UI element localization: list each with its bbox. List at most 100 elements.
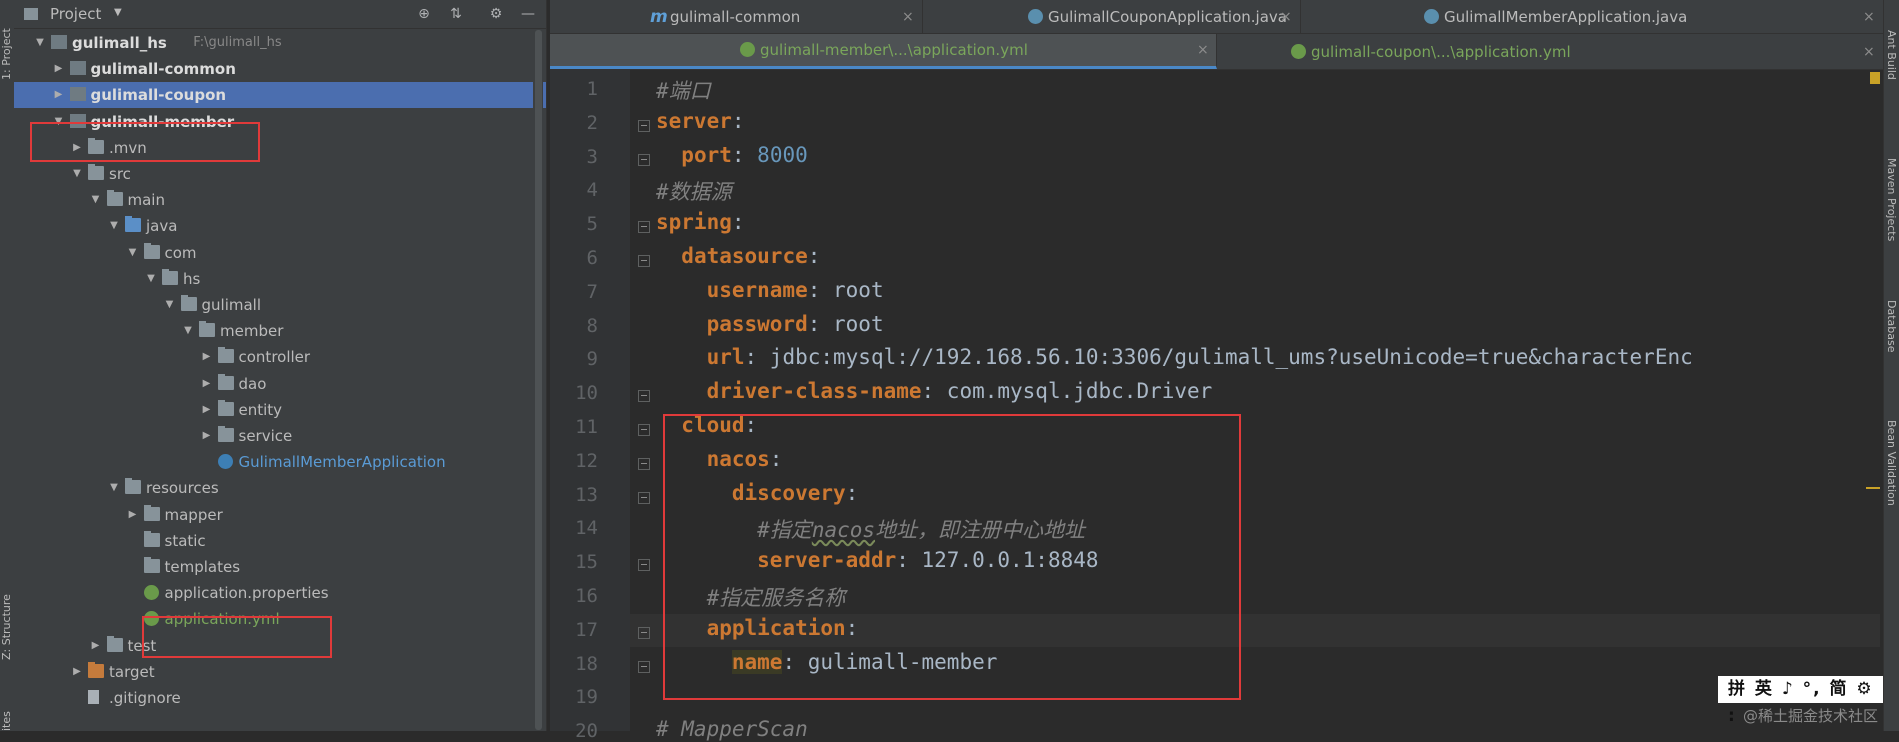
code-line: spring: bbox=[656, 210, 745, 234]
expanded-arrow-icon[interactable]: ▼ bbox=[90, 194, 102, 206]
bean-validation-tool-tab[interactable]: Bean Validation bbox=[1885, 420, 1898, 506]
project-icon bbox=[24, 8, 38, 20]
favorites-tool-tab[interactable]: ites bbox=[0, 711, 13, 731]
code-line: # MapperScan bbox=[656, 717, 808, 741]
tree-row[interactable]: templates bbox=[14, 554, 546, 580]
editor-tab[interactable]: m gulimall-common × bbox=[550, 0, 923, 33]
tree-row[interactable]: ▼ member bbox=[14, 318, 546, 344]
tree-row[interactable]: ▼ resources bbox=[14, 475, 546, 501]
code-token: : root bbox=[807, 277, 884, 302]
tree-item-label: gulimall bbox=[201, 296, 262, 314]
tree-item-label: controller bbox=[238, 348, 311, 367]
fold-marker-icon[interactable] bbox=[638, 153, 650, 166]
file-icon bbox=[88, 690, 99, 704]
folder-icon bbox=[143, 557, 160, 573]
tree-row[interactable]: GulimallMemberApplication bbox=[14, 449, 546, 475]
tree-row[interactable]: ▼ src bbox=[14, 161, 546, 187]
code-line: datasource: bbox=[656, 244, 820, 268]
editor-tab[interactable]: GulimallMemberApplication.java × bbox=[1300, 0, 1884, 33]
expanded-arrow-icon[interactable]: ▼ bbox=[71, 168, 83, 180]
fold-marker-icon[interactable] bbox=[638, 119, 650, 132]
code-token: server bbox=[656, 108, 732, 133]
collapsed-arrow-icon[interactable]: ▶ bbox=[201, 351, 213, 363]
collapsed-arrow-icon[interactable]: ▶ bbox=[53, 89, 65, 101]
spring-yml-icon bbox=[740, 42, 755, 57]
project-view-dropdown[interactable]: ▼ bbox=[114, 7, 122, 18]
ime-toolbar[interactable]: 拼 英 ♪ °, 简 ⚙ : bbox=[1718, 676, 1883, 726]
hide-icon[interactable]: — bbox=[520, 6, 536, 22]
structure-tool-tab[interactable]: Z: Structure bbox=[0, 594, 13, 660]
collapsed-arrow-icon[interactable]: ▶ bbox=[201, 378, 213, 390]
expanded-arrow-icon[interactable]: ▼ bbox=[164, 299, 176, 311]
tree-row[interactable]: ▼ java bbox=[14, 213, 546, 239]
tree-row[interactable]: application.properties bbox=[14, 580, 546, 606]
expanded-arrow-icon[interactable]: ▼ bbox=[34, 37, 46, 49]
maven-projects-tool-tab[interactable]: Maven Projects bbox=[1885, 158, 1898, 241]
package-icon bbox=[217, 347, 234, 364]
tree-row[interactable]: ▶ controller bbox=[14, 344, 546, 370]
tree-row[interactable]: ▼ gulimall_hs F:\gulimall_hs bbox=[14, 30, 546, 56]
expanded-arrow-icon[interactable]: ▼ bbox=[182, 325, 194, 337]
editor-tab[interactable]: gulimall-coupon\...\application.yml × bbox=[1217, 34, 1884, 69]
close-tab-icon[interactable]: × bbox=[902, 9, 914, 25]
tree-row[interactable]: ▼ main bbox=[14, 187, 546, 213]
collapse-icon[interactable]: ⇅ bbox=[448, 6, 464, 22]
fold-marker-icon[interactable] bbox=[638, 491, 650, 504]
project-scrollbar-thumb[interactable] bbox=[535, 30, 542, 730]
fold-marker-icon[interactable] bbox=[638, 390, 650, 403]
code-token: password bbox=[706, 311, 808, 336]
target-icon[interactable]: ⊕ bbox=[416, 6, 432, 22]
fold-marker-icon[interactable] bbox=[638, 457, 650, 470]
tree-row[interactable]: ▼ com bbox=[14, 240, 546, 266]
fold-marker-icon[interactable] bbox=[638, 255, 650, 267]
tree-row[interactable]: static bbox=[14, 528, 546, 554]
editor-tab[interactable]: gulimall-member\...\application.yml × bbox=[550, 34, 1217, 69]
error-stripe-marker[interactable] bbox=[1866, 487, 1880, 489]
fold-marker-icon[interactable] bbox=[638, 559, 650, 572]
tree-row[interactable]: ▼ hs bbox=[14, 266, 546, 292]
code-token: #数据源 bbox=[656, 180, 732, 205]
expanded-arrow-icon[interactable]: ▼ bbox=[145, 273, 157, 285]
tree-row[interactable]: .gitignore bbox=[14, 685, 546, 711]
editor-tab[interactable]: GulimallCouponApplication.java × bbox=[922, 0, 1301, 33]
fold-marker-icon[interactable] bbox=[638, 626, 650, 639]
close-tab-icon[interactable]: × bbox=[1863, 9, 1875, 25]
tree-row[interactable]: ▶ gulimall-coupon bbox=[14, 82, 546, 109]
tree-row[interactable]: ▶ target bbox=[14, 659, 546, 685]
fold-marker-icon[interactable] bbox=[638, 221, 650, 234]
collapsed-arrow-icon[interactable]: ▶ bbox=[201, 430, 213, 442]
database-tool-tab[interactable]: Database bbox=[1885, 300, 1898, 353]
tree-row[interactable]: ▶ gulimall-common bbox=[14, 56, 546, 82]
expanded-arrow-icon[interactable]: ▼ bbox=[108, 482, 120, 494]
collapsed-arrow-icon[interactable]: ▶ bbox=[127, 509, 139, 521]
close-tab-icon[interactable]: × bbox=[1863, 44, 1875, 60]
collapsed-arrow-icon[interactable]: ▶ bbox=[201, 404, 213, 416]
code-line: url: jdbc:mysql://192.168.56.10:3306/gul… bbox=[656, 345, 1693, 369]
collapsed-arrow-icon[interactable]: ▶ bbox=[71, 666, 83, 678]
warning-marker[interactable] bbox=[1870, 72, 1880, 84]
tree-row[interactable]: ▼ gulimall bbox=[14, 292, 546, 318]
tree-row[interactable]: ▶ service bbox=[14, 423, 546, 449]
module-icon bbox=[69, 61, 86, 76]
collapsed-arrow-icon[interactable]: ▶ bbox=[53, 63, 65, 75]
expanded-arrow-icon[interactable]: ▼ bbox=[127, 247, 139, 259]
expanded-arrow-icon[interactable]: ▼ bbox=[108, 220, 120, 232]
ant-build-tool-tab[interactable]: Ant Build bbox=[1885, 30, 1898, 80]
fold-marker-icon[interactable] bbox=[638, 424, 650, 436]
collapsed-arrow-icon[interactable]: ▶ bbox=[90, 640, 102, 652]
line-number-gutter: 1 2 3 4 5 6 7 8 9 10 11 12 13 14 15 16 17 18 19 20 bbox=[550, 70, 630, 742]
close-tab-icon[interactable]: × bbox=[1280, 9, 1292, 25]
fold-marker-icon[interactable] bbox=[638, 660, 650, 673]
project-tool-tab[interactable]: 1: Project bbox=[0, 28, 13, 80]
package-icon bbox=[162, 268, 178, 285]
code-line: password: root bbox=[656, 312, 884, 336]
close-tab-icon[interactable]: × bbox=[1197, 42, 1209, 58]
code-line: #数据源 bbox=[656, 176, 732, 206]
package-icon bbox=[217, 373, 234, 390]
editor-tab-label: GulimallCouponApplication.java bbox=[1048, 7, 1287, 26]
tree-row[interactable]: ▶ entity bbox=[14, 397, 546, 423]
tree-row[interactable]: ▶ mapper bbox=[14, 502, 546, 528]
editor-tab-label: gulimall-common bbox=[670, 7, 801, 26]
tree-row[interactable]: ▶ dao bbox=[14, 371, 546, 397]
gear-icon[interactable]: ⚙ bbox=[488, 6, 504, 22]
